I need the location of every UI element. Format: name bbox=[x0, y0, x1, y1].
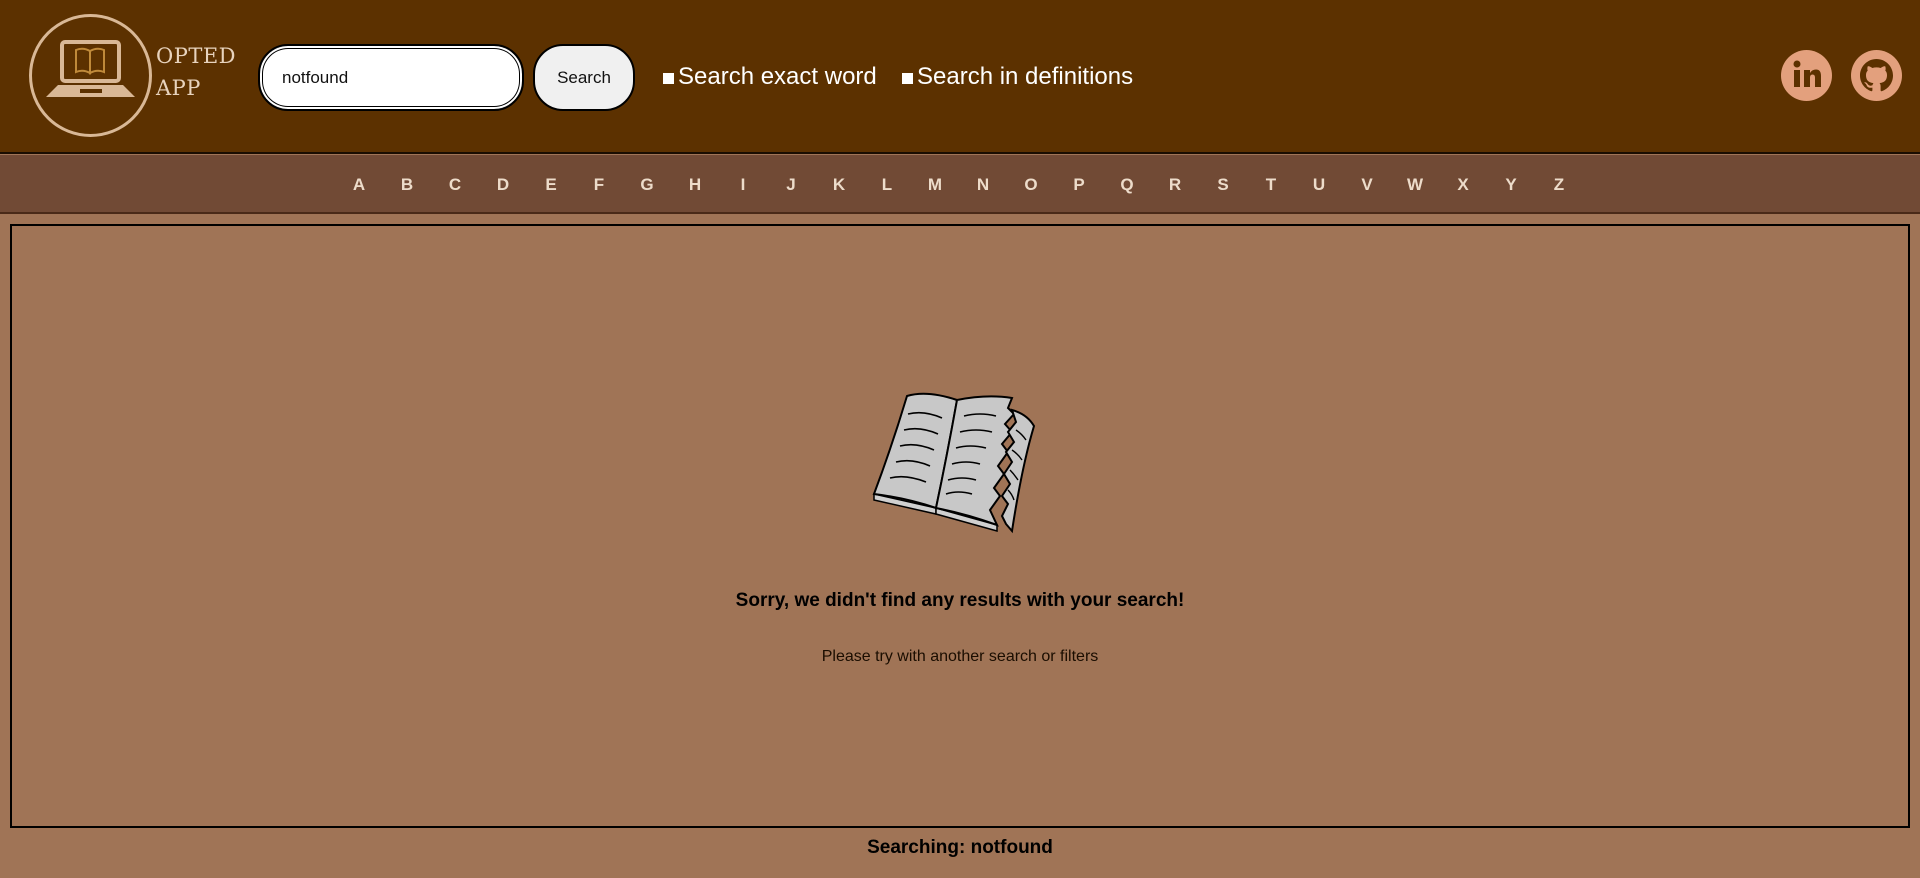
letter-link-b[interactable]: B bbox=[392, 155, 422, 214]
searching-query: notfound bbox=[970, 837, 1053, 858]
definitions-label: Search in definitions bbox=[917, 63, 1134, 90]
letter-link-v[interactable]: V bbox=[1352, 155, 1382, 214]
letter-link-x[interactable]: X bbox=[1448, 155, 1478, 214]
exact-word-label: Search exact word bbox=[678, 63, 877, 90]
letter-link-j[interactable]: J bbox=[776, 155, 806, 214]
letter-link-r[interactable]: R bbox=[1160, 155, 1190, 214]
letter-link-w[interactable]: W bbox=[1400, 155, 1430, 214]
letter-link-q[interactable]: Q bbox=[1112, 155, 1142, 214]
app-title-line1: OPTED bbox=[156, 44, 237, 68]
letter-link-m[interactable]: M bbox=[920, 155, 950, 214]
letter-link-h[interactable]: H bbox=[680, 155, 710, 214]
results-panel: Sorry, we didn't find any results with y… bbox=[10, 224, 1910, 828]
letter-link-n[interactable]: N bbox=[968, 155, 998, 214]
letter-link-a[interactable]: A bbox=[344, 155, 374, 214]
app-header: OPTED APP Search Search exact word Searc… bbox=[0, 0, 1920, 154]
search-button[interactable]: Search bbox=[533, 44, 635, 111]
letter-link-s[interactable]: S bbox=[1208, 155, 1238, 214]
linkedin-icon[interactable] bbox=[1781, 50, 1832, 101]
letter-link-i[interactable]: I bbox=[728, 155, 758, 214]
searching-status: Searching: notfound bbox=[0, 837, 1920, 859]
app-title: OPTED APP bbox=[156, 40, 236, 104]
alphabet-nav: ABCDEFGHIJKLMNOPQRSTUVWXYZ bbox=[0, 155, 1920, 214]
github-icon[interactable] bbox=[1851, 50, 1902, 101]
no-results-subtitle: Please try with another search or filter… bbox=[821, 648, 1099, 665]
letter-link-u[interactable]: U bbox=[1304, 155, 1334, 214]
definitions-checkbox[interactable] bbox=[902, 72, 913, 84]
letter-link-z[interactable]: Z bbox=[1544, 155, 1574, 214]
exact-word-filter[interactable]: Search exact word bbox=[663, 60, 877, 94]
letter-link-l[interactable]: L bbox=[872, 155, 902, 214]
exact-word-checkbox[interactable] bbox=[663, 72, 674, 84]
letter-link-c[interactable]: C bbox=[440, 155, 470, 214]
letter-link-k[interactable]: K bbox=[824, 155, 854, 214]
letter-link-t[interactable]: T bbox=[1256, 155, 1286, 214]
app-title-line2: APP bbox=[156, 76, 201, 100]
letter-link-y[interactable]: Y bbox=[1496, 155, 1526, 214]
no-results-title: Sorry, we didn't find any results with y… bbox=[735, 590, 1185, 611]
torn-book-icon bbox=[862, 386, 1072, 549]
letter-link-p[interactable]: P bbox=[1064, 155, 1094, 214]
laptop-book-icon[interactable] bbox=[29, 14, 152, 137]
letter-link-f[interactable]: F bbox=[584, 155, 614, 214]
letter-link-o[interactable]: O bbox=[1016, 155, 1046, 214]
searching-label: Searching: bbox=[867, 837, 966, 858]
search-input[interactable] bbox=[258, 44, 524, 111]
definitions-filter[interactable]: Search in definitions bbox=[902, 60, 1133, 94]
letter-link-e[interactable]: E bbox=[536, 155, 566, 214]
letter-link-g[interactable]: G bbox=[632, 155, 662, 214]
letter-link-d[interactable]: D bbox=[488, 155, 518, 214]
